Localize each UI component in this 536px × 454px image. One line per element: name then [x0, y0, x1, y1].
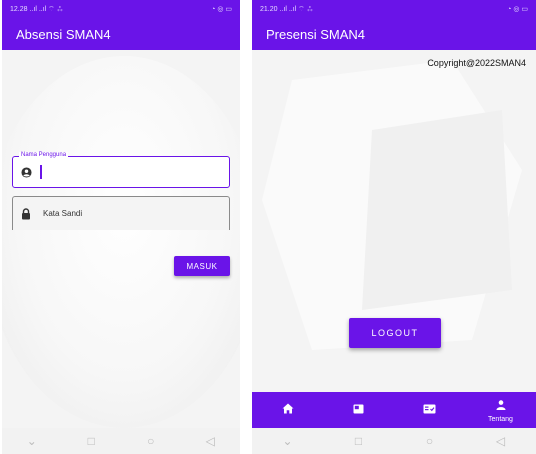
status-bar: 21.20 ..ıl ..ıl ⌔ ⁂ ◔ ◎ ▭	[252, 0, 536, 18]
nav-recents-icon[interactable]: □	[349, 434, 369, 448]
person-icon	[496, 397, 506, 415]
system-nav-bar: ⌄ □ ○ ◁	[252, 428, 536, 454]
id-card-icon	[423, 401, 436, 419]
nav-about-label: Tentang	[488, 416, 513, 423]
login-content: Nama Pengguna Kata Sandi MASUK	[2, 50, 240, 428]
image-icon	[353, 401, 364, 419]
password-placeholder: Kata Sandi	[43, 209, 83, 218]
username-label: Nama Pengguna	[19, 152, 69, 158]
app-bar: Absensi SMAN4	[2, 18, 240, 50]
home-content: Copyright@2022SMAN4 LOGOUT	[252, 50, 536, 428]
status-signal: ..ıl ..ıl ⌔ ⁂	[29, 5, 64, 13]
background-oval	[2, 56, 240, 428]
username-field[interactable]: Nama Pengguna	[12, 152, 230, 188]
status-right-icons: ◔ ◎ ▭	[211, 6, 232, 13]
status-time: 21.20	[260, 5, 278, 13]
home-screen: 21.20 ..ıl ..ıl ⌔ ⁂ ◔ ◎ ▭ Presensi SMAN4…	[252, 0, 536, 454]
nav-attendance-tab[interactable]	[400, 401, 460, 419]
status-bar: 12.28 ..ıl ..ıl ⌔ ⁂ ◔ ◎ ▭	[2, 0, 240, 18]
status-right-icons: ◔ ◎ ▭	[507, 6, 528, 13]
text-caret	[40, 165, 42, 179]
app-bar: Presensi SMAN4	[252, 18, 536, 50]
logout-button[interactable]: LOGOUT	[349, 318, 441, 348]
nav-down-icon[interactable]: ⌄	[278, 434, 298, 448]
nav-down-icon[interactable]: ⌄	[22, 434, 42, 448]
system-nav-bar: ⌄ □ ○ ◁	[2, 428, 240, 454]
app-title: Absensi SMAN4	[16, 26, 111, 42]
copyright-text: Copyright@2022SMAN4	[427, 58, 526, 68]
user-circle-icon	[21, 166, 32, 178]
nav-back-icon[interactable]: ◁	[491, 434, 511, 448]
status-time: 12.28	[10, 5, 28, 13]
nav-back-icon[interactable]: ◁	[200, 434, 220, 448]
home-icon	[282, 401, 294, 419]
login-button[interactable]: MASUK	[174, 256, 230, 276]
nav-home-icon[interactable]: ○	[420, 434, 440, 448]
app-title: Presensi SMAN4	[266, 26, 365, 42]
nav-recents-icon[interactable]: □	[81, 434, 101, 448]
bottom-navigation: Tentang	[252, 392, 536, 428]
nav-about-tab[interactable]: Tentang	[471, 397, 531, 423]
password-field[interactable]: Kata Sandi	[12, 196, 230, 230]
nav-gallery-tab[interactable]	[329, 401, 389, 419]
nav-home-tab[interactable]	[258, 401, 318, 419]
status-signal: ..ıl ..ıl ⌔ ⁂	[279, 5, 314, 13]
login-screen: 12.28 ..ıl ..ıl ⌔ ⁂ ◔ ◎ ▭ Absensi SMAN4 …	[2, 0, 240, 454]
lock-icon	[21, 207, 31, 220]
nav-home-icon[interactable]: ○	[141, 434, 161, 448]
